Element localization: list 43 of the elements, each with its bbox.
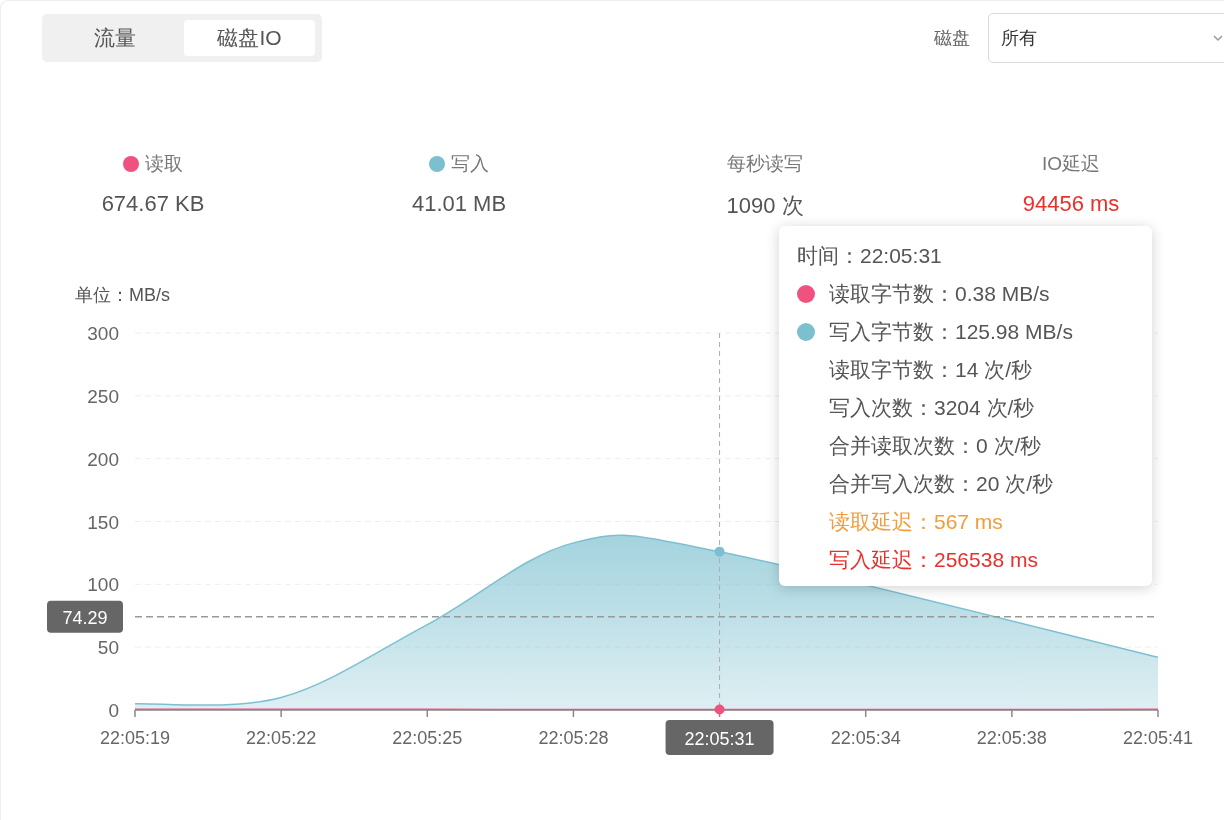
stat-value: 94456 ms bbox=[1022, 191, 1120, 217]
disk-select[interactable]: 所有 bbox=[988, 13, 1224, 63]
stat-value: 674.67 KB bbox=[101, 191, 205, 217]
tab[interactable]: 流量 bbox=[49, 20, 180, 56]
tooltip-row-text: 读取字节数：14 次/秒 bbox=[829, 357, 1033, 383]
stat-label: 读取 bbox=[145, 152, 183, 176]
data-point bbox=[714, 704, 725, 715]
y-tick-label: 50 bbox=[97, 637, 119, 659]
y-tick-label: 100 bbox=[87, 574, 119, 596]
y-tick-label: 200 bbox=[87, 448, 119, 470]
x-tick-label: 22:05:19 bbox=[99, 728, 171, 748]
tooltip-row-text: 合并读取次数：0 次/秒 bbox=[829, 433, 1042, 459]
pointer-label: 22:05:31 bbox=[665, 720, 774, 755]
tooltip-row-text: 写入字节数：125.98 MB/s bbox=[829, 319, 1073, 345]
stat-label: 写入 bbox=[451, 152, 489, 176]
tooltip-title: 时间：22:05:31 bbox=[797, 243, 942, 269]
disk-label: 磁盘 bbox=[934, 27, 970, 50]
y-tick-label: 300 bbox=[87, 323, 119, 344]
x-tick-label: 22:05:25 bbox=[392, 728, 463, 748]
y-tick-label: 150 bbox=[87, 511, 119, 533]
stat-value: 1090 次 bbox=[726, 192, 804, 220]
ref-line-label: 74.29 bbox=[62, 607, 108, 628]
tooltip-row-text: 写入次数：3204 次/秒 bbox=[829, 395, 1035, 421]
tooltip-row-text: 写入延迟：256538 ms bbox=[829, 547, 1038, 573]
x-tick-label: 22:05:41 bbox=[1122, 728, 1194, 748]
data-point bbox=[714, 546, 725, 557]
x-tick-label: 22:05:28 bbox=[538, 728, 609, 748]
x-tick-label: 22:05:34 bbox=[830, 728, 901, 748]
x-tick-label: 22:05:31 bbox=[684, 729, 755, 749]
tooltip-row-text: 读取字节数：0.38 MB/s bbox=[829, 281, 1050, 307]
x-tick-label: 22:05:22 bbox=[246, 728, 317, 748]
tab[interactable]: 磁盘IO bbox=[184, 20, 315, 56]
tooltip-row-text: 合并写入次数：20 次/秒 bbox=[829, 471, 1054, 497]
caret-icon bbox=[1213, 34, 1223, 42]
pointer-label: 74.29 bbox=[47, 600, 123, 633]
stat-value: 41.01 MB bbox=[411, 191, 507, 217]
y-tick-label: 0 bbox=[108, 700, 119, 721]
tooltip-row-text: 读取延迟：567 ms bbox=[829, 509, 1003, 535]
stat-label: 每秒读写 bbox=[727, 152, 803, 176]
stat-label: IO延迟 bbox=[1041, 152, 1101, 176]
unit-label: 单位：MB/s bbox=[75, 285, 170, 305]
x-tick-label: 22:05:38 bbox=[976, 728, 1047, 748]
y-tick-label: 250 bbox=[87, 385, 119, 407]
